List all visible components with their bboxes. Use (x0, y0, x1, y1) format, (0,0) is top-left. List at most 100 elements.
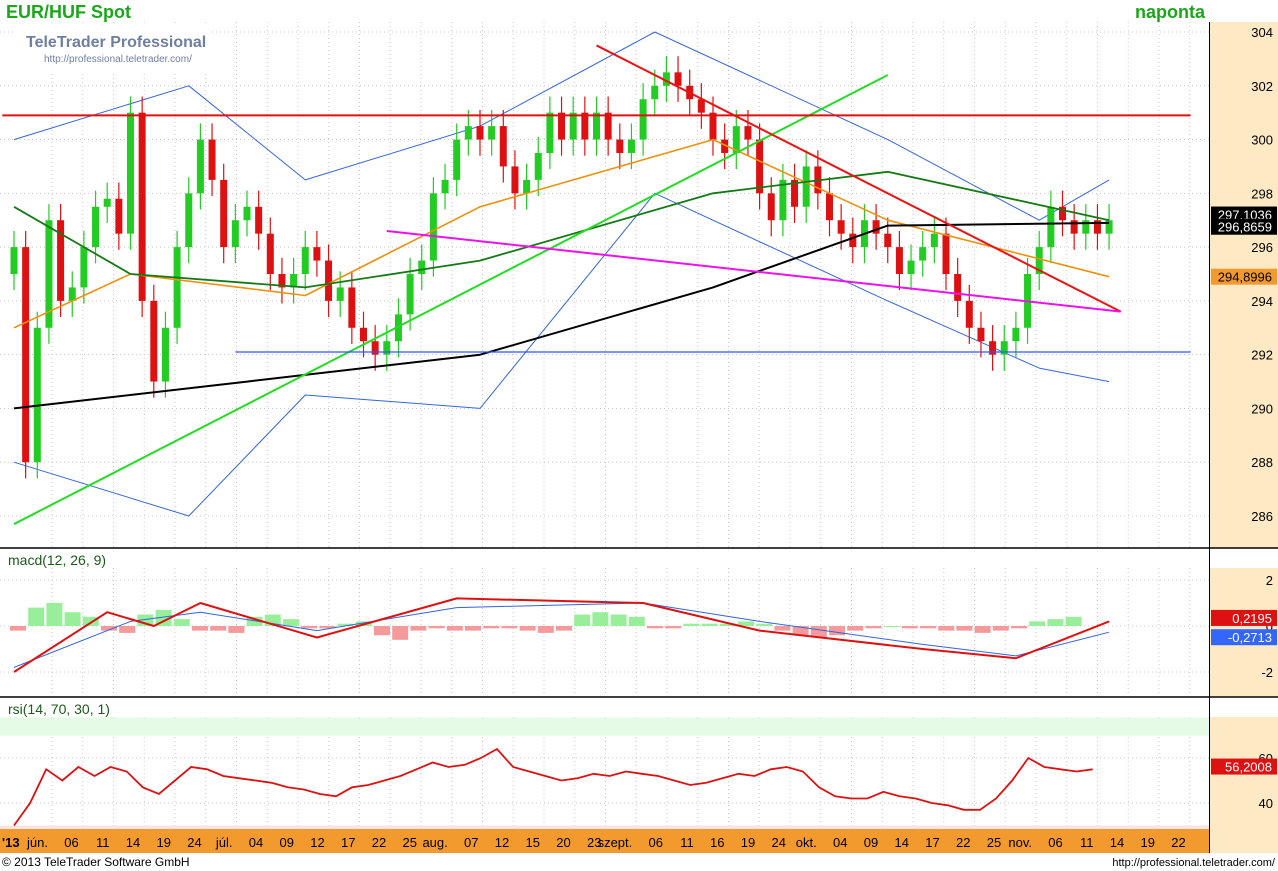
price-tick-label: 292 (1251, 348, 1273, 363)
date-tick-label: 06 (1048, 835, 1062, 850)
date-tick-label: 04 (833, 835, 847, 850)
candle-body (546, 112, 554, 153)
page-background (0, 0, 1278, 871)
price-tick-label: 294 (1251, 294, 1273, 309)
candle-body (919, 247, 927, 261)
macd-histogram-bar (574, 614, 591, 626)
candle-body (418, 260, 426, 274)
date-tick-label: 22 (1171, 835, 1185, 850)
macd-histogram-bar (519, 626, 536, 631)
date-tick-label: 04 (249, 835, 263, 850)
year-label: '13 (2, 835, 20, 850)
month-label: jún. (26, 835, 48, 850)
candle-body (476, 126, 484, 140)
date-tick-label: 06 (64, 835, 78, 850)
macd-histogram-bar (1047, 619, 1064, 626)
date-tick-label: 09 (280, 835, 294, 850)
macd-histogram-bar (829, 626, 845, 636)
macd-histogram-bar (173, 619, 190, 626)
candle-body (989, 341, 997, 355)
price-tick-label: 296 (1251, 240, 1273, 255)
candle-body (464, 126, 472, 140)
candle-body (301, 247, 309, 274)
candle-body (92, 206, 100, 248)
date-tick-label: 19 (157, 835, 171, 850)
date-tick-label: 15 (526, 835, 540, 850)
price-tick-label: 288 (1251, 455, 1273, 470)
date-tick-label: 14 (895, 835, 909, 850)
candle-body (534, 153, 542, 180)
date-tick-label: 11 (96, 835, 110, 850)
candle-body (138, 112, 146, 301)
candle-body (360, 327, 367, 342)
macd-histogram-bar (756, 623, 773, 626)
macd-histogram-bar (301, 626, 318, 629)
candle-body (767, 193, 775, 221)
price-tick-label: 298 (1251, 186, 1273, 201)
candle-body (115, 198, 123, 234)
candle-body (569, 112, 577, 140)
candle-body (895, 247, 903, 274)
date-tick-label: 25 (987, 835, 1001, 850)
macd-histogram-bar (865, 626, 882, 629)
macd-title: macd(12, 26, 9) (8, 552, 106, 568)
macd-histogram-bar (974, 626, 991, 633)
date-tick-label: 11 (1080, 835, 1094, 850)
date-tick-label: 22 (372, 835, 386, 850)
date-tick-label: 24 (187, 835, 201, 850)
date-axis-corner (1210, 829, 1278, 853)
macd-histogram-bar (228, 626, 245, 633)
candle-body (1012, 327, 1020, 342)
date-tick-label: 19 (1141, 835, 1155, 850)
macd-histogram-bar (665, 626, 682, 629)
candle-body (558, 112, 566, 140)
macd-histogram-bar (956, 626, 973, 631)
candle-body (266, 233, 274, 274)
candle-body (954, 274, 962, 301)
macd-histogram-bar (46, 603, 63, 626)
date-tick-label: 17 (341, 835, 355, 850)
candle-body (243, 206, 251, 221)
macd-histogram-bar (901, 626, 918, 629)
macd-histogram-bar (883, 626, 900, 627)
month-label: júl. (215, 835, 233, 850)
candle-body (942, 233, 950, 274)
macd-histogram-bar (210, 626, 227, 631)
candle-body (581, 112, 589, 140)
date-tick-label: 11 (680, 835, 694, 850)
date-tick-label: 24 (772, 835, 786, 850)
candle-body (884, 233, 892, 248)
candle-body (383, 341, 391, 355)
footer-copyright: © 2013 TeleTrader Software GmbH (2, 855, 190, 869)
candle-body (488, 126, 496, 140)
macd-histogram-bar (483, 626, 500, 629)
macd-histogram-bar (1011, 626, 1027, 629)
candle-body (406, 274, 414, 315)
month-label: okt. (796, 835, 817, 850)
month-label: nov. (1008, 835, 1032, 850)
date-tick-label: 25 (403, 835, 417, 850)
candle-body (231, 220, 239, 248)
date-tick-label: 17 (925, 835, 939, 850)
macd-histogram-bar (556, 626, 572, 631)
macd-histogram-bar (64, 612, 81, 626)
candle-body (1000, 341, 1008, 355)
macd-histogram-bar (938, 626, 955, 631)
macd-histogram-bar (592, 612, 609, 626)
macd-histogram-bar (537, 626, 554, 633)
rsi-value-label: 56,2008 (1225, 760, 1272, 775)
macd-histogram-bar (10, 626, 26, 631)
candle-body (173, 247, 181, 328)
date-tick-label: 12 (310, 835, 324, 850)
date-tick-label: 20 (556, 835, 570, 850)
candle-body (616, 139, 624, 153)
candle-body (744, 126, 752, 140)
candle-body (639, 99, 647, 140)
macd-histogram-bar (847, 626, 864, 631)
price-tick-label: 304 (1251, 25, 1273, 40)
macd-histogram-bar (1029, 621, 1046, 626)
candle-body (208, 139, 216, 180)
candle-body (965, 300, 973, 328)
candle-body (511, 166, 519, 194)
candle-body (336, 287, 344, 301)
